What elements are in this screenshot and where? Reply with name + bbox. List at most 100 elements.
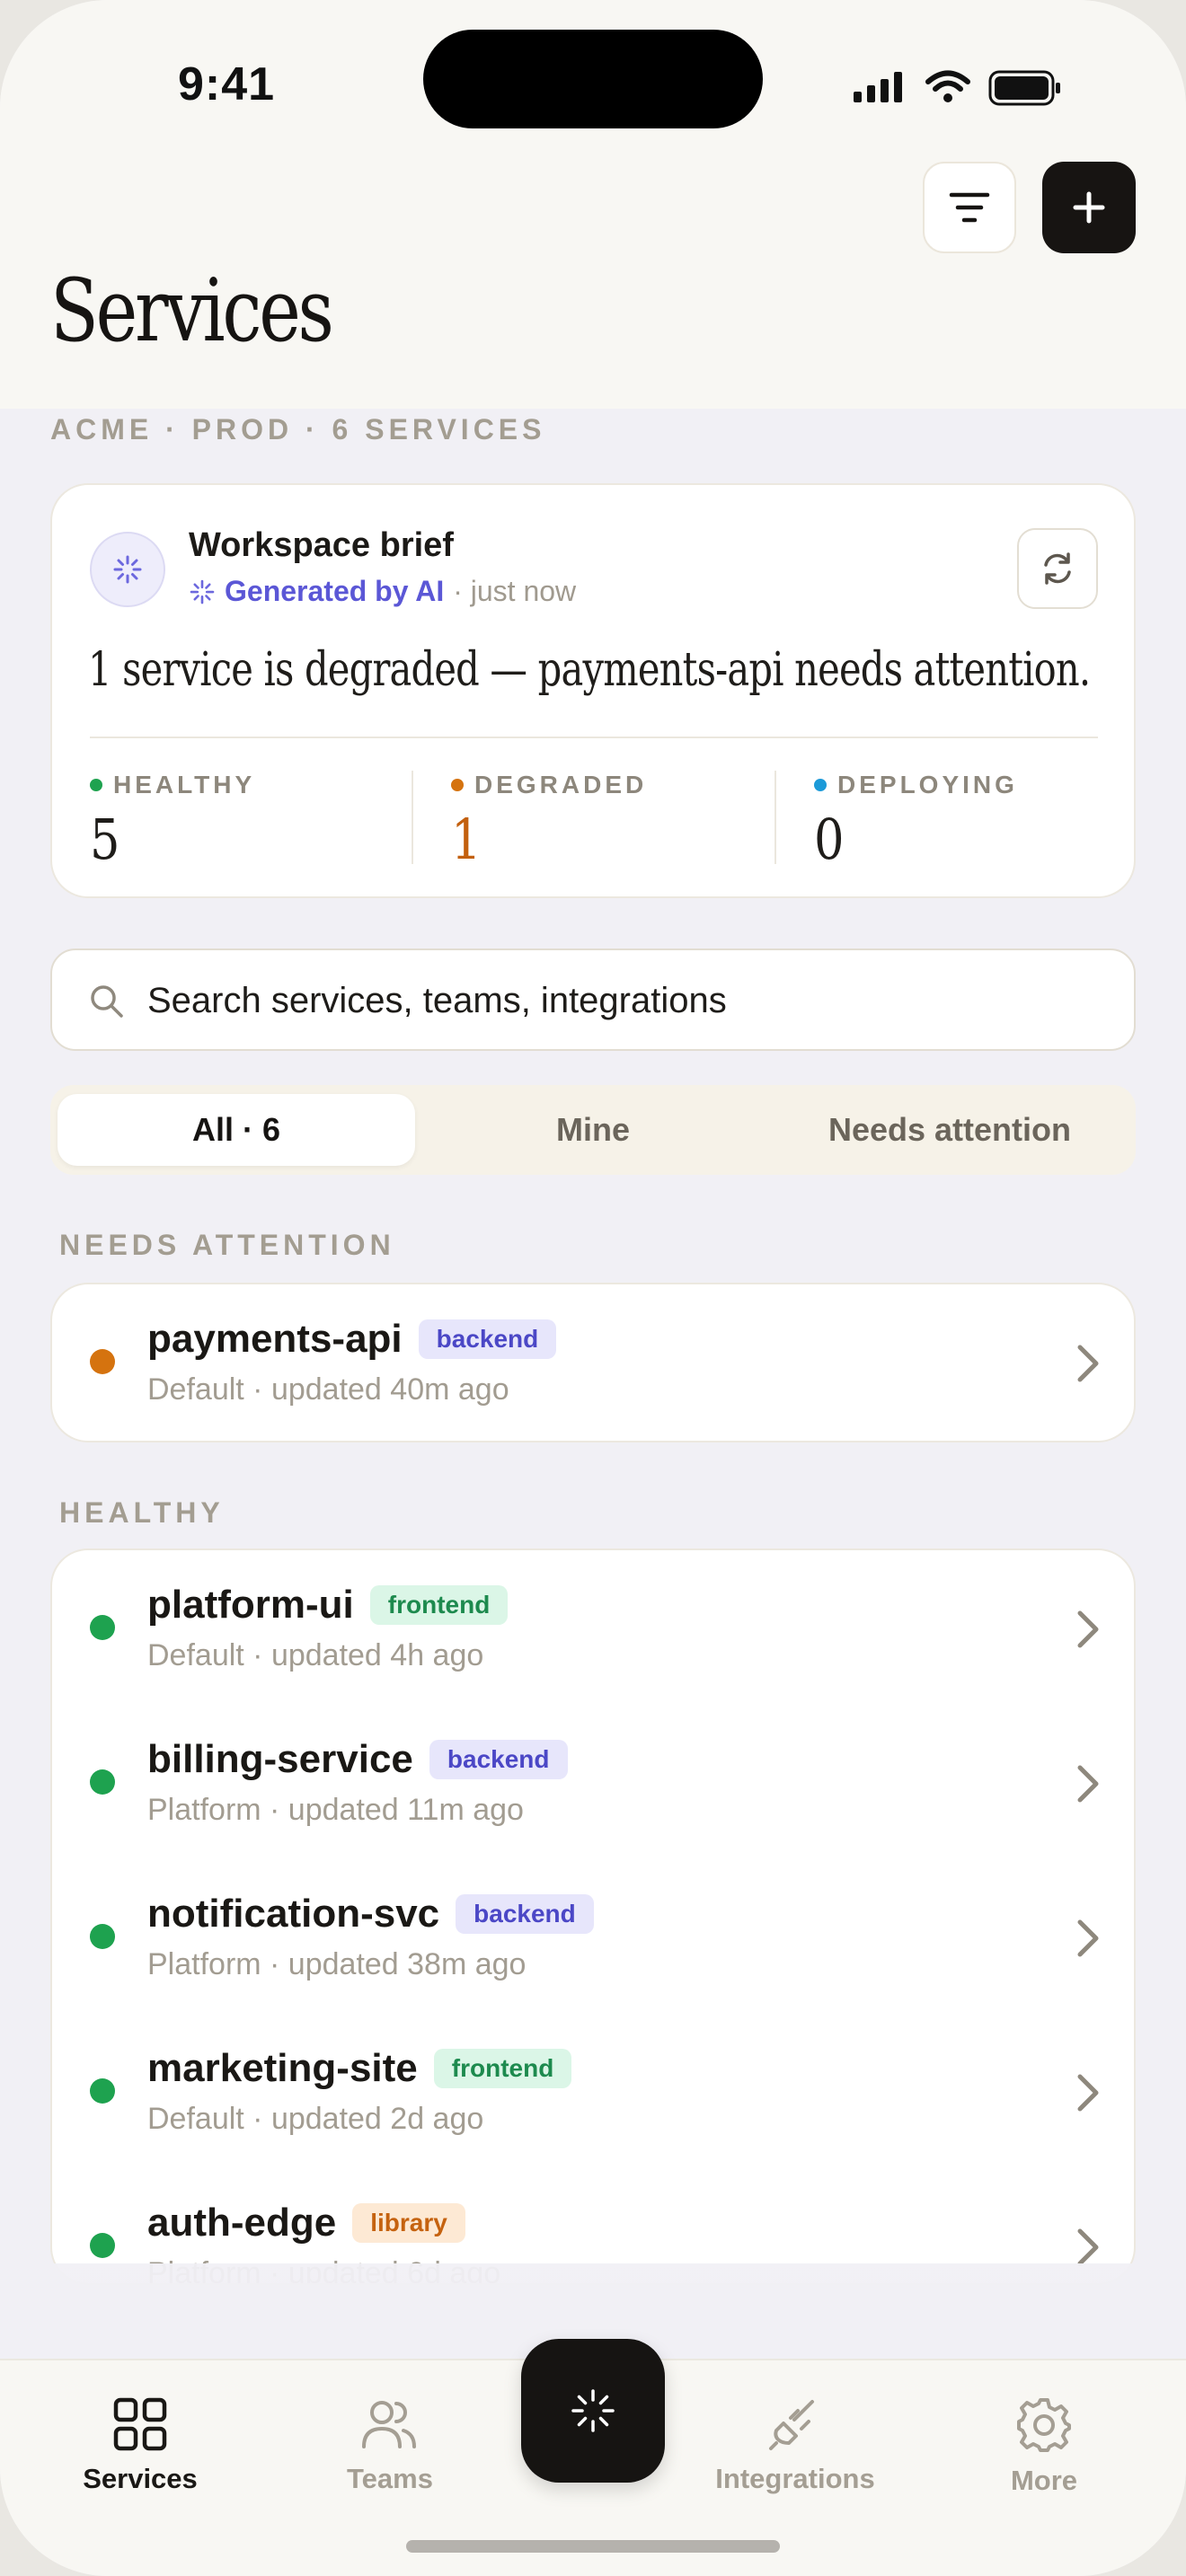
gear-icon [1017, 2398, 1071, 2452]
tab-teams[interactable]: Teams [291, 2396, 489, 2495]
stat-value: 0 [814, 807, 845, 872]
stat-healthy: HEALTHY 5 [90, 771, 255, 872]
battery-icon [988, 70, 1060, 106]
status-dot-degraded [90, 1349, 115, 1374]
status-bar: 9:41 [0, 0, 1186, 162]
stat-label: DEGRADED [474, 771, 648, 798]
service-row-payments-api[interactable]: payments-api backend Default · updated 4… [52, 1284, 1134, 1439]
tab-more[interactable]: More [945, 2396, 1143, 2497]
filter-lines-icon [949, 192, 990, 223]
service-row-marketing-site[interactable]: marketing-site frontend Default · update… [52, 2014, 1134, 2168]
home-indicator [406, 2540, 780, 2553]
service-tag: frontend [433, 2049, 572, 2088]
service-row-billing-service[interactable]: billing-service backend Platform · updat… [52, 1705, 1134, 1859]
tab-label: Services [83, 2463, 198, 2494]
healthy-card: platform-ui frontend Default · updated 4… [50, 1548, 1136, 2285]
segment-all[interactable]: All · 6 [58, 1094, 415, 1166]
service-name-group: notification-svc backend [147, 1892, 594, 1936]
service-name: billing-service [147, 1737, 413, 1781]
needs-attention-card: payments-api backend Default · updated 4… [50, 1283, 1136, 1442]
stat-label: DEPLOYING [837, 771, 1018, 798]
divider [412, 771, 413, 864]
ai-sparkle-icon [90, 532, 165, 607]
workspace-scope: ACME · PROD · 6 SERVICES [50, 413, 546, 446]
tab-label: More [1010, 2465, 1078, 2496]
service-name: marketing-site [147, 2046, 418, 2090]
service-meta: Default · updated 40m ago [147, 1372, 509, 1407]
status-dot-healthy [90, 1615, 115, 1640]
stat-label: HEALTHY [113, 771, 256, 798]
sparkle-loader-icon [571, 2389, 615, 2432]
segmented-control: All · 6 Mine Needs attention [50, 1085, 1136, 1175]
degraded-dot [451, 779, 464, 791]
chevron-right-icon [1077, 1765, 1099, 1803]
ai-generated-label: Generated by AI [225, 575, 445, 607]
service-meta: Default · updated 4h ago [147, 1638, 484, 1672]
workspace-brief-card: Workspace brief Generated by AI · just n… [50, 483, 1136, 898]
stat-deploying: DEPLOYING 0 [814, 771, 1018, 872]
plus-icon [1073, 191, 1105, 224]
service-name-group: auth-edge library [147, 2201, 465, 2245]
users-icon [362, 2401, 416, 2448]
add-service-button[interactable] [1042, 162, 1136, 253]
service-meta: Platform · updated 11m ago [147, 1793, 524, 1827]
tab-label: Teams [347, 2463, 433, 2494]
segment-needs-attention[interactable]: Needs attention [771, 1094, 1128, 1166]
brief-summary: 1 service is degraded — payments-api nee… [88, 643, 1091, 697]
service-tag: frontend [369, 1585, 509, 1625]
service-name-group: marketing-site frontend [147, 2046, 572, 2091]
ai-spark-small-icon [190, 579, 215, 604]
service-tag: backend [456, 1894, 594, 1934]
section-label-healthy: HEALTHY [59, 1496, 225, 1529]
segment-mine[interactable]: Mine [414, 1094, 772, 1166]
search-icon [91, 985, 123, 1018]
service-name-group: platform-ui frontend [147, 1583, 509, 1628]
refresh-brief-button[interactable] [1017, 528, 1098, 609]
stat-degraded: DEGRADED 1 [451, 771, 647, 872]
brief-title: Workspace brief [189, 526, 454, 564]
chevron-right-icon [1077, 1610, 1099, 1648]
phone-screen: 9:41 Services ACME · PROD · 6 SERVICES W… [0, 0, 1186, 2576]
service-meta: Platform · updated 38m ago [147, 1947, 527, 1981]
filter-button[interactable] [923, 162, 1016, 253]
tab-services[interactable]: Services [41, 2396, 239, 2495]
service-name: payments-api [147, 1317, 403, 1361]
signal-icon [854, 72, 902, 102]
status-dot-healthy [90, 2233, 115, 2258]
service-row-notification-svc[interactable]: notification-svc backend Platform · upda… [52, 1859, 1134, 2014]
chevron-right-icon [1077, 1919, 1099, 1957]
plug-icon [769, 2400, 814, 2450]
service-name-group: billing-service backend [147, 1737, 568, 1782]
refresh-icon [1044, 552, 1071, 585]
search-placeholder: Search services, teams, integrations [147, 981, 727, 1020]
chevron-right-icon [1077, 1345, 1099, 1382]
section-label-needs-attention: NEEDS ATTENTION [59, 1229, 395, 1261]
search-input[interactable]: Search services, teams, integrations [50, 948, 1136, 1051]
service-name: platform-ui [147, 1583, 354, 1627]
status-dot-healthy [90, 1769, 115, 1795]
service-tag: backend [418, 1319, 557, 1359]
tab-label: Integrations [715, 2463, 875, 2494]
service-name: auth-edge [147, 2201, 337, 2245]
deploying-dot [814, 779, 827, 791]
divider [90, 737, 1098, 738]
service-name: notification-svc [147, 1892, 440, 1936]
stat-value: 1 [451, 807, 482, 872]
status-dot-healthy [90, 2078, 115, 2104]
service-row-platform-ui[interactable]: platform-ui frontend Default · updated 4… [52, 1550, 1134, 1705]
tab-integrations[interactable]: Integrations [696, 2396, 894, 2495]
brief-timestamp: · just now [453, 575, 577, 607]
grid-icon [113, 2397, 167, 2451]
status-dot-healthy [90, 1924, 115, 1949]
brief-meta: Generated by AI · just now [189, 575, 576, 608]
page-title: Services [50, 260, 334, 361]
chevron-right-icon [1077, 2074, 1099, 2112]
ai-assistant-button[interactable] [521, 2339, 665, 2483]
service-meta: Default · updated 2d ago [147, 2102, 484, 2136]
status-time: 9:41 [178, 58, 276, 110]
service-tag: backend [429, 1740, 568, 1779]
healthy-dot [90, 779, 102, 791]
stat-value: 5 [90, 807, 120, 872]
dynamic-island [423, 30, 763, 128]
service-tag: library [352, 2203, 465, 2243]
